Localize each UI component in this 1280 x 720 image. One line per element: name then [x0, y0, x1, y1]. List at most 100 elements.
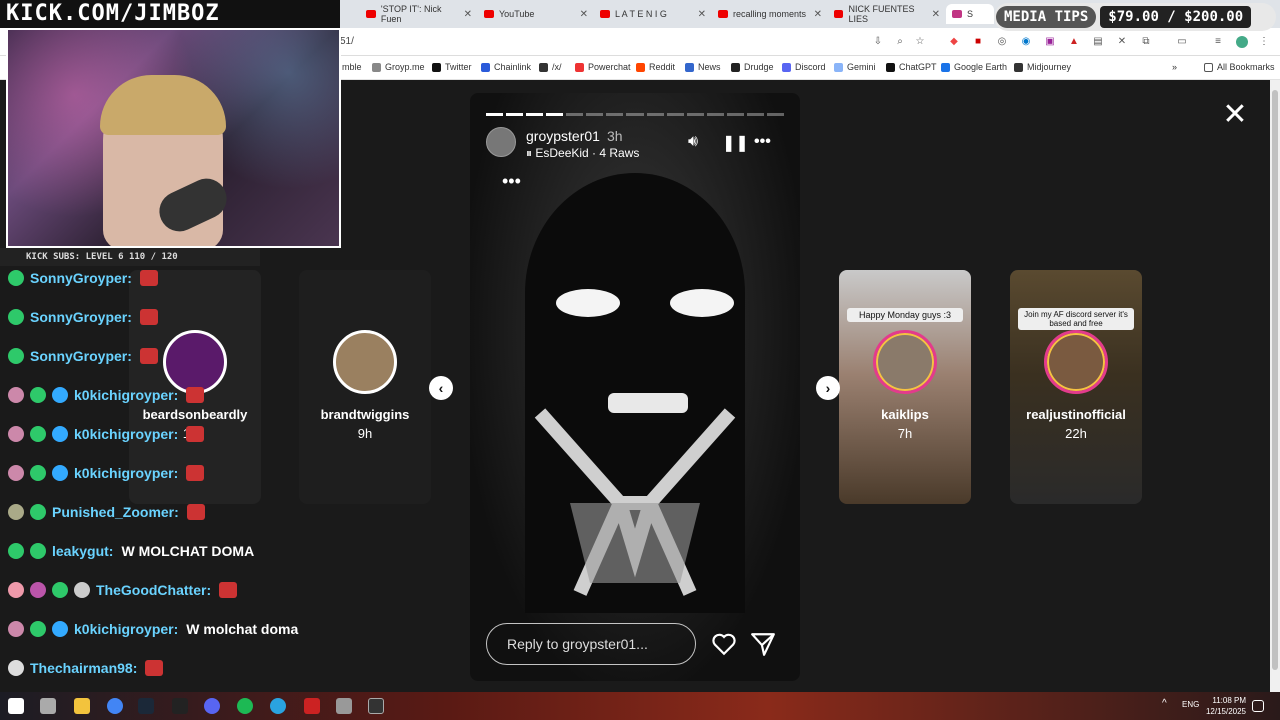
app-icon[interactable] — [172, 698, 188, 714]
close-viewer-icon[interactable]: ✕ — [1220, 100, 1250, 130]
story-card-brandtwiggins[interactable]: brandtwiggins 9h — [299, 270, 431, 504]
menu-kebab-icon[interactable]: ⋮ — [1258, 36, 1270, 48]
windows-start-icon[interactable] — [8, 698, 24, 714]
tab-nick-fuentes[interactable]: NICK FUENTES LIES ✕ — [828, 4, 946, 24]
bookmark-item[interactable]: Discord — [782, 62, 826, 72]
bookmark-star-icon[interactable]: ☆ — [914, 36, 926, 48]
tab-stop-it[interactable]: 'STOP IT': Nick Fuen ✕ — [360, 4, 478, 24]
scrollbar-thumb[interactable] — [1272, 90, 1278, 670]
chat-username[interactable]: Thechairman98: — [30, 660, 137, 676]
chat-username[interactable]: k0kichigroyper: — [74, 426, 178, 442]
bookmark-item[interactable]: Gemini — [834, 62, 876, 72]
extension-icon[interactable]: ■ — [972, 36, 984, 48]
progress-segment — [666, 113, 684, 116]
bookmark-item[interactable]: mble — [342, 62, 362, 72]
reply-input[interactable]: Reply to groypster01... — [486, 623, 696, 665]
bookmark-item[interactable]: News — [685, 62, 721, 72]
extension-icon[interactable]: ◎ — [996, 36, 1008, 48]
language-indicator[interactable]: ENG — [1182, 700, 1199, 709]
chat-username[interactable]: k0kichigroyper: — [74, 621, 178, 637]
youtube-icon — [366, 10, 376, 18]
task-view-icon[interactable] — [40, 698, 56, 714]
active-story[interactable]: groypster01 3h ⏸ EsDeeKid · 4 Raws 🔊︎ ❚❚… — [470, 93, 800, 681]
chat-username[interactable]: SonnyGroyper: — [30, 348, 132, 364]
epic-games-icon[interactable] — [368, 698, 384, 714]
progress-segment — [746, 113, 764, 116]
chat-badge-icon — [8, 465, 24, 481]
spotify-icon[interactable] — [237, 698, 253, 714]
bookmark-item[interactable]: /x/ — [539, 62, 562, 72]
pause-icon[interactable]: ❚❚ — [722, 133, 749, 153]
page-scrollbar[interactable] — [1270, 80, 1280, 692]
extensions-puzzle-icon[interactable]: ⧉ — [1140, 36, 1152, 48]
progress-segment — [606, 113, 624, 116]
bookmark-item[interactable]: ChatGPT — [886, 62, 937, 72]
story-card-kaiklips[interactable]: Happy Monday guys :3 kaiklips 7h — [839, 270, 971, 504]
story-card-realjustinofficial[interactable]: Join my AF discord server it's based and… — [1010, 270, 1142, 504]
app-icon[interactable] — [336, 698, 352, 714]
steam-icon[interactable] — [138, 698, 154, 714]
chat-message: k0kichigroyper: — [8, 423, 205, 445]
downloads-icon[interactable]: ≡ — [1212, 36, 1224, 48]
install-icon[interactable]: ⇩ — [872, 36, 884, 48]
extension-icon[interactable]: ◆ — [948, 36, 960, 48]
volume-icon[interactable]: 🔊︎ — [688, 133, 698, 151]
bookmark-item[interactable]: Reddit — [636, 62, 675, 72]
avatar[interactable] — [486, 127, 516, 157]
all-bookmarks[interactable]: All Bookmarks — [1204, 62, 1275, 72]
notifications-icon[interactable] — [1252, 700, 1264, 712]
file-explorer-icon[interactable] — [74, 698, 90, 714]
tray-chevron-icon[interactable]: ^ — [1162, 698, 1172, 714]
bookmark-item[interactable]: Drudge — [731, 62, 774, 72]
chat-emote-icon — [139, 270, 158, 286]
close-tab-icon[interactable]: ✕ — [580, 9, 588, 20]
close-tab-icon[interactable]: ✕ — [814, 9, 822, 20]
discord-icon[interactable] — [204, 698, 220, 714]
extension-icon[interactable]: ▣ — [1044, 36, 1056, 48]
more-options-icon[interactable]: ••• — [754, 133, 771, 151]
bookmark-item[interactable]: Powerchat — [575, 62, 631, 72]
clock[interactable]: 11:08 PM 12/15/2025 — [1200, 695, 1246, 717]
telegram-icon[interactable] — [270, 698, 286, 714]
bookmark-item[interactable]: Google Earth — [941, 62, 1007, 72]
bookmark-item[interactable]: Midjourney — [1014, 62, 1071, 72]
bookmark-item[interactable]: Twitter — [432, 62, 472, 72]
chat-username[interactable]: TheGoodChatter: — [96, 582, 211, 598]
x-icon[interactable]: ✕ — [1116, 36, 1128, 48]
chat-username[interactable]: Punished_Zoomer: — [52, 504, 179, 520]
chat-username[interactable]: SonnyGroyper: — [30, 270, 132, 286]
profile-avatar[interactable] — [1236, 36, 1248, 48]
previous-story-button[interactable]: ‹ — [429, 376, 453, 400]
more-bookmarks-icon[interactable]: » — [1172, 62, 1177, 72]
bookmark-item[interactable]: Groyp.me — [372, 62, 425, 72]
close-tab-icon[interactable]: ✕ — [932, 9, 940, 20]
media-icon[interactable]: ▭ — [1176, 36, 1188, 48]
extension-icon[interactable]: ▤ — [1092, 36, 1104, 48]
chat-message: k0kichigroyper: — [8, 462, 205, 484]
heart-icon[interactable] — [711, 631, 737, 657]
chat-username[interactable]: k0kichigroyper: — [74, 387, 178, 403]
zoom-icon[interactable]: ⌕ — [894, 36, 906, 48]
story-card-username: beardsonbeardly — [142, 407, 248, 422]
progress-segment — [726, 113, 744, 116]
close-tab-icon[interactable]: ✕ — [698, 9, 706, 20]
chat-username[interactable]: SonnyGroyper: — [30, 309, 132, 325]
extension-icon[interactable]: ▲ — [1068, 36, 1080, 48]
url-text[interactable]: 51/ — [340, 36, 354, 47]
tab-active[interactable]: S — [946, 4, 994, 24]
story-music[interactable]: ⏸ EsDeeKid · 4 Raws — [526, 146, 639, 161]
send-icon[interactable] — [750, 631, 776, 657]
app-icon[interactable] — [304, 698, 320, 714]
tab-late-night[interactable]: L A T E N I G ✕ — [594, 4, 712, 24]
next-story-button[interactable]: › — [816, 376, 840, 400]
extension-icon[interactable]: ◉ — [1020, 36, 1032, 48]
story-username[interactable]: groypster01 — [526, 128, 600, 144]
tab-youtube[interactable]: YouTube ✕ — [478, 4, 594, 24]
close-tab-icon[interactable]: ✕ — [464, 9, 472, 20]
chat-username[interactable]: k0kichigroyper: — [74, 465, 178, 481]
bookmark-item[interactable]: Chainlink — [481, 62, 531, 72]
tab-recalling[interactable]: recalling moments ✕ — [712, 4, 828, 24]
chat-username[interactable]: leakygut: — [52, 543, 113, 559]
chrome-icon[interactable] — [107, 698, 123, 714]
chat-message: SonnyGroyper: — [8, 267, 158, 289]
